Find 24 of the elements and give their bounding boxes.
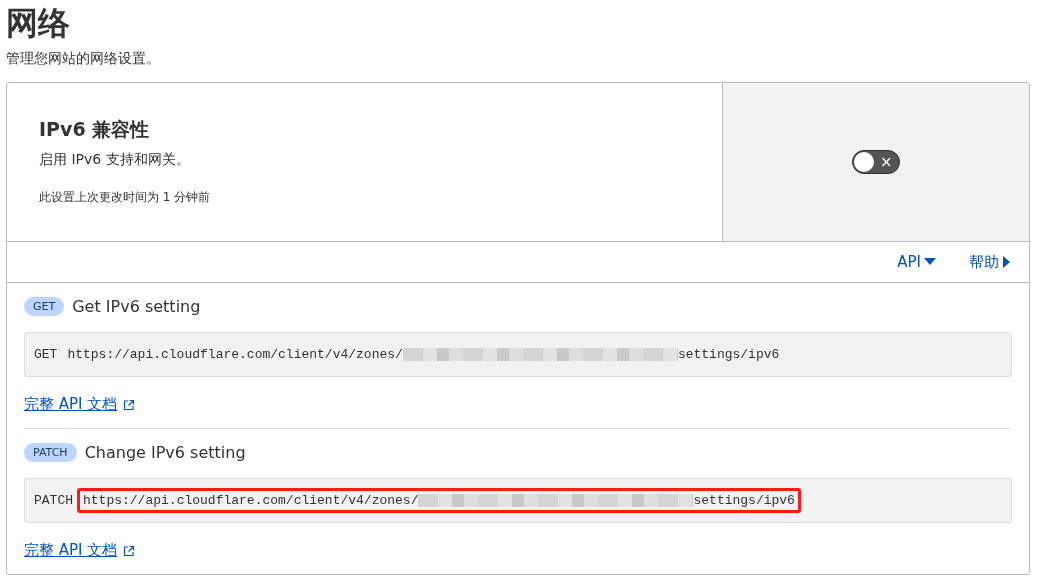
- external-link-icon: [123, 544, 136, 557]
- url-text: https://api.cloudflare.com/client/v4/zones/: [67, 347, 403, 362]
- method-badge: PATCH: [24, 443, 77, 462]
- caret-right-icon: [1001, 255, 1011, 269]
- page-subtitle: 管理您网站的网络设置。: [6, 50, 161, 68]
- url-text: https://api.cloudflare.com/client/v4/zones/: [83, 493, 419, 508]
- url-text: settings/ipv6: [693, 493, 795, 508]
- http-method: PATCH: [34, 493, 73, 508]
- page-title: 网络: [6, 3, 71, 44]
- docs-link[interactable]: 完整 API 文档: [24, 395, 118, 414]
- toggle-off-icon: ×: [880, 153, 893, 171]
- setting-title: IPv6 兼容性: [39, 117, 151, 142]
- toggle-switch[interactable]: ×: [852, 150, 900, 174]
- external-link-icon: [123, 398, 136, 411]
- docs-link[interactable]: 完整 API 文档: [24, 541, 118, 560]
- last-changed-text: 此设置上次更改时间为 1 分钟前: [39, 189, 212, 206]
- http-method: GET: [34, 347, 58, 362]
- section-link[interactable]: 帮助: [969, 252, 1011, 272]
- endpoint-title: Get IPv6 setting: [72, 297, 201, 316]
- method-badge: GET: [24, 297, 65, 316]
- section-link[interactable]: API: [897, 253, 937, 271]
- url-text: settings/ipv6: [677, 347, 780, 362]
- endpoint-title: Change IPv6 setting: [84, 443, 246, 462]
- setting-description: 启用 IPv6 支持和网关。: [39, 151, 191, 169]
